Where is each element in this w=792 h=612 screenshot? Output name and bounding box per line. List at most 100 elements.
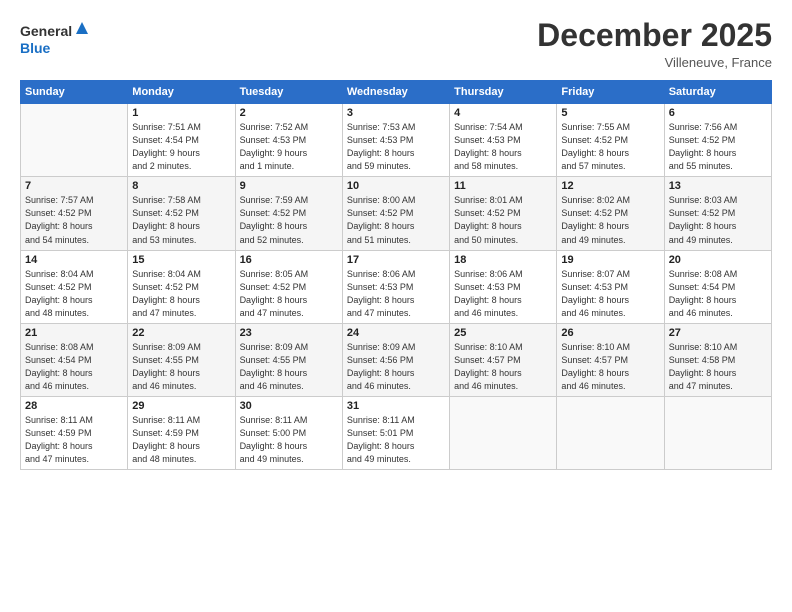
svg-text:Blue: Blue <box>20 40 51 56</box>
calendar-day-cell: 14Sunrise: 8:04 AMSunset: 4:52 PMDayligh… <box>21 250 128 323</box>
title-block: December 2025 Villeneuve, France <box>537 18 772 70</box>
day-number: 21 <box>25 327 123 339</box>
calendar-day-cell <box>450 396 557 469</box>
calendar-day-cell: 31Sunrise: 8:11 AMSunset: 5:01 PMDayligh… <box>342 396 449 469</box>
calendar-day-cell: 19 Sunrise: 8:07 AMSunset: 4:53 PMDayligh… <box>557 250 664 323</box>
calendar-day-cell: 7 Sunrise: 7:57 AMSunset: 4:52 PMDaylight… <box>21 177 128 250</box>
calendar-day-cell: 24 Sunrise: 8:09 AMSunset: 4:56 PMDayligh… <box>342 323 449 396</box>
calendar-day-cell: 9 Sunrise: 7:59 AMSunset: 4:52 PMDaylight… <box>235 177 342 250</box>
col-header-thursday: Thursday <box>450 81 557 104</box>
day-info: Sunrise: 8:07 AMSunset: 4:53 PMDaylight:… <box>561 268 659 320</box>
calendar-day-cell: 22 Sunrise: 8:09 AMSunset: 4:55 PMDayligh… <box>128 323 235 396</box>
day-number: 2 <box>240 107 338 119</box>
day-number: 24 <box>347 327 445 339</box>
calendar-week-row: 7 Sunrise: 7:57 AMSunset: 4:52 PMDaylight… <box>21 177 772 250</box>
calendar-day-cell: 11 Sunrise: 8:01 AMSunset: 4:52 PMDayligh… <box>450 177 557 250</box>
day-info: Sunrise: 8:10 AMSunset: 4:57 PMDaylight:… <box>561 341 659 393</box>
location-subtitle: Villeneuve, France <box>537 55 772 70</box>
calendar-week-row: 14 Sunrise: 8:04 AMSunset: 4:52 PMDayligh… <box>21 250 772 323</box>
calendar-day-cell: 13Sunrise: 8:03 AMSunset: 4:52 PMDayligh… <box>664 177 771 250</box>
day-info: Sunrise: 8:01 AMSunset: 4:52 PMDaylight:… <box>454 194 552 246</box>
day-number: 15 <box>132 254 230 266</box>
calendar-day-cell: 10Sunrise: 8:00 AMSunset: 4:52 PMDayligh… <box>342 177 449 250</box>
day-info: Sunrise: 7:56 AMSunset: 4:52 PMDaylight:… <box>669 121 767 173</box>
day-info: Sunrise: 8:05 AMSunset: 4:52 PMDaylight:… <box>240 268 338 320</box>
day-info: Sunrise: 7:57 AMSunset: 4:52 PMDaylight:… <box>25 194 123 246</box>
calendar-day-cell: 17 Sunrise: 8:06 AMSunset: 4:53 PMDayligh… <box>342 250 449 323</box>
calendar-day-cell: 8Sunrise: 7:58 AMSunset: 4:52 PMDaylight… <box>128 177 235 250</box>
day-info: Sunrise: 7:51 AMSunset: 4:54 PMDaylight:… <box>132 121 230 173</box>
calendar-day-cell <box>664 396 771 469</box>
day-info: Sunrise: 8:04 AMSunset: 4:52 PMDaylight:… <box>132 268 230 320</box>
day-number: 31 <box>347 400 445 412</box>
day-number: 23 <box>240 327 338 339</box>
day-info: Sunrise: 8:00 AMSunset: 4:52 PMDaylight:… <box>347 194 445 246</box>
calendar-day-cell: 21 Sunrise: 8:08 AMSunset: 4:54 PMDayligh… <box>21 323 128 396</box>
day-info: Sunrise: 7:59 AMSunset: 4:52 PMDaylight:… <box>240 194 338 246</box>
logo-svg: General Blue <box>20 18 90 58</box>
day-info: Sunrise: 7:53 AMSunset: 4:53 PMDaylight:… <box>347 121 445 173</box>
calendar-day-cell: 4 Sunrise: 7:54 AMSunset: 4:53 PMDaylight… <box>450 104 557 177</box>
day-number: 1 <box>132 107 230 119</box>
calendar-header-row: SundayMondayTuesdayWednesdayThursdayFrid… <box>21 81 772 104</box>
day-info: Sunrise: 8:09 AMSunset: 4:55 PMDaylight:… <box>132 341 230 393</box>
day-info: Sunrise: 8:10 AMSunset: 4:57 PMDaylight:… <box>454 341 552 393</box>
calendar-day-cell: 2 Sunrise: 7:52 AMSunset: 4:53 PMDaylight… <box>235 104 342 177</box>
col-header-friday: Friday <box>557 81 664 104</box>
day-info: Sunrise: 7:55 AMSunset: 4:52 PMDaylight:… <box>561 121 659 173</box>
col-header-monday: Monday <box>128 81 235 104</box>
day-info: Sunrise: 8:08 AMSunset: 4:54 PMDaylight:… <box>669 268 767 320</box>
col-header-wednesday: Wednesday <box>342 81 449 104</box>
col-header-saturday: Saturday <box>664 81 771 104</box>
day-number: 20 <box>669 254 767 266</box>
day-number: 14 <box>25 254 123 266</box>
calendar-day-cell: 5 Sunrise: 7:55 AMSunset: 4:52 PMDaylight… <box>557 104 664 177</box>
col-header-sunday: Sunday <box>21 81 128 104</box>
calendar-day-cell: 27Sunrise: 8:10 AMSunset: 4:58 PMDayligh… <box>664 323 771 396</box>
month-title: December 2025 <box>537 18 772 53</box>
calendar-day-cell: 20 Sunrise: 8:08 AMSunset: 4:54 PMDayligh… <box>664 250 771 323</box>
day-info: Sunrise: 8:06 AMSunset: 4:53 PMDaylight:… <box>347 268 445 320</box>
day-number: 19 <box>561 254 659 266</box>
day-number: 12 <box>561 180 659 192</box>
calendar-day-cell: 6 Sunrise: 7:56 AMSunset: 4:52 PMDaylight… <box>664 104 771 177</box>
day-info: Sunrise: 7:54 AMSunset: 4:53 PMDaylight:… <box>454 121 552 173</box>
calendar-day-cell: 30 Sunrise: 8:11 AMSunset: 5:00 PMDayligh… <box>235 396 342 469</box>
day-number: 30 <box>240 400 338 412</box>
calendar-day-cell <box>21 104 128 177</box>
day-info: Sunrise: 8:02 AMSunset: 4:52 PMDaylight:… <box>561 194 659 246</box>
day-number: 8 <box>132 180 230 192</box>
logo: General Blue <box>20 18 90 58</box>
day-info: Sunrise: 8:08 AMSunset: 4:54 PMDaylight:… <box>25 341 123 393</box>
day-number: 9 <box>240 180 338 192</box>
day-number: 16 <box>240 254 338 266</box>
calendar-day-cell: 12 Sunrise: 8:02 AMSunset: 4:52 PMDayligh… <box>557 177 664 250</box>
day-info: Sunrise: 8:03 AMSunset: 4:52 PMDaylight:… <box>669 194 767 246</box>
day-number: 22 <box>132 327 230 339</box>
day-info: Sunrise: 8:10 AMSunset: 4:58 PMDaylight:… <box>669 341 767 393</box>
day-number: 18 <box>454 254 552 266</box>
calendar-week-row: 28Sunrise: 8:11 AMSunset: 4:59 PMDayligh… <box>21 396 772 469</box>
col-header-tuesday: Tuesday <box>235 81 342 104</box>
calendar-day-cell: 26Sunrise: 8:10 AMSunset: 4:57 PMDayligh… <box>557 323 664 396</box>
day-number: 17 <box>347 254 445 266</box>
day-number: 4 <box>454 107 552 119</box>
day-number: 28 <box>25 400 123 412</box>
calendar-day-cell: 18 Sunrise: 8:06 AMSunset: 4:53 PMDayligh… <box>450 250 557 323</box>
day-number: 6 <box>669 107 767 119</box>
day-info: Sunrise: 8:06 AMSunset: 4:53 PMDaylight:… <box>454 268 552 320</box>
calendar-week-row: 1 Sunrise: 7:51 AMSunset: 4:54 PMDaylight… <box>21 104 772 177</box>
day-info: Sunrise: 8:11 AMSunset: 5:00 PMDaylight:… <box>240 414 338 466</box>
day-info: Sunrise: 7:52 AMSunset: 4:53 PMDaylight:… <box>240 121 338 173</box>
calendar-day-cell: 15 Sunrise: 8:04 AMSunset: 4:52 PMDayligh… <box>128 250 235 323</box>
day-number: 5 <box>561 107 659 119</box>
day-info: Sunrise: 8:09 AMSunset: 4:55 PMDaylight:… <box>240 341 338 393</box>
calendar-day-cell: 16 Sunrise: 8:05 AMSunset: 4:52 PMDayligh… <box>235 250 342 323</box>
day-info: Sunrise: 8:09 AMSunset: 4:56 PMDaylight:… <box>347 341 445 393</box>
svg-text:General: General <box>20 23 72 39</box>
day-number: 7 <box>25 180 123 192</box>
calendar-day-cell: 25Sunrise: 8:10 AMSunset: 4:57 PMDayligh… <box>450 323 557 396</box>
calendar-day-cell: 29Sunrise: 8:11 AMSunset: 4:59 PMDayligh… <box>128 396 235 469</box>
day-number: 11 <box>454 180 552 192</box>
calendar-week-row: 21 Sunrise: 8:08 AMSunset: 4:54 PMDayligh… <box>21 323 772 396</box>
